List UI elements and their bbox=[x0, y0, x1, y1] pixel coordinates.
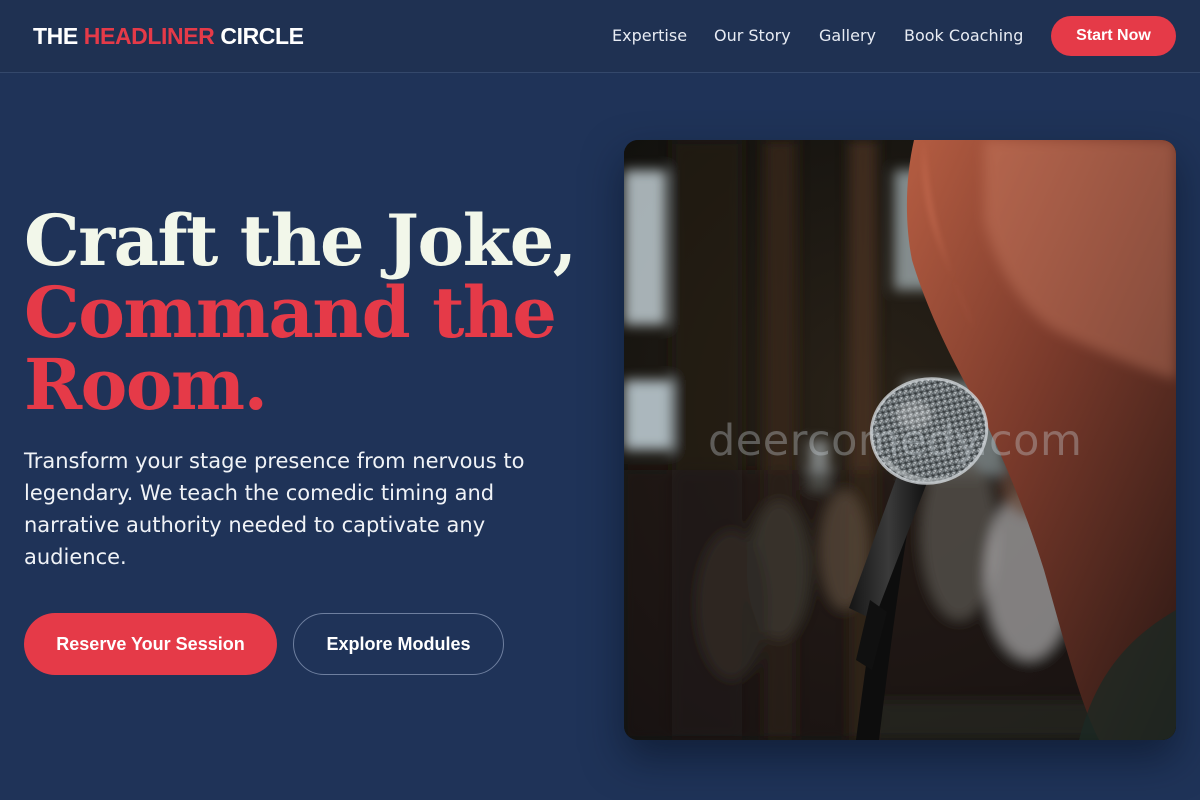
landing-page: THE HEADLINER CIRCLE Expertise Our Story… bbox=[0, 0, 1200, 800]
hero-description: Transform your stage presence from nervo… bbox=[24, 449, 525, 569]
headline-line-2: Command the bbox=[24, 271, 557, 354]
headline-line-1: Craft the Joke, bbox=[24, 199, 577, 282]
nav-link-expertise[interactable]: Expertise bbox=[612, 24, 687, 48]
logo-text-the: THE bbox=[33, 23, 84, 49]
watermark-text: deercomedy.com bbox=[708, 416, 1083, 466]
headline-line-3: Room. bbox=[24, 343, 268, 426]
microphone-photo: deercomedy.com bbox=[624, 140, 1176, 740]
site-logo[interactable]: THE HEADLINER CIRCLE bbox=[33, 22, 304, 50]
site-header: THE HEADLINER CIRCLE Expertise Our Story… bbox=[0, 0, 1200, 73]
start-now-button[interactable]: Start Now bbox=[1051, 16, 1176, 56]
nav-link-gallery[interactable]: Gallery bbox=[819, 24, 876, 48]
logo-text-circle: CIRCLE bbox=[214, 23, 304, 49]
logo-text-headliner: HEADLINER bbox=[83, 23, 215, 49]
nav-link-book-coaching[interactable]: Book Coaching bbox=[904, 24, 1023, 48]
hero-headline: Craft the Joke, Command the Room. bbox=[24, 199, 577, 426]
reserve-session-button[interactable]: Reserve Your Session bbox=[24, 613, 277, 675]
explore-modules-button[interactable]: Explore Modules bbox=[293, 613, 504, 675]
nav-link-our-story[interactable]: Our Story bbox=[714, 24, 791, 48]
